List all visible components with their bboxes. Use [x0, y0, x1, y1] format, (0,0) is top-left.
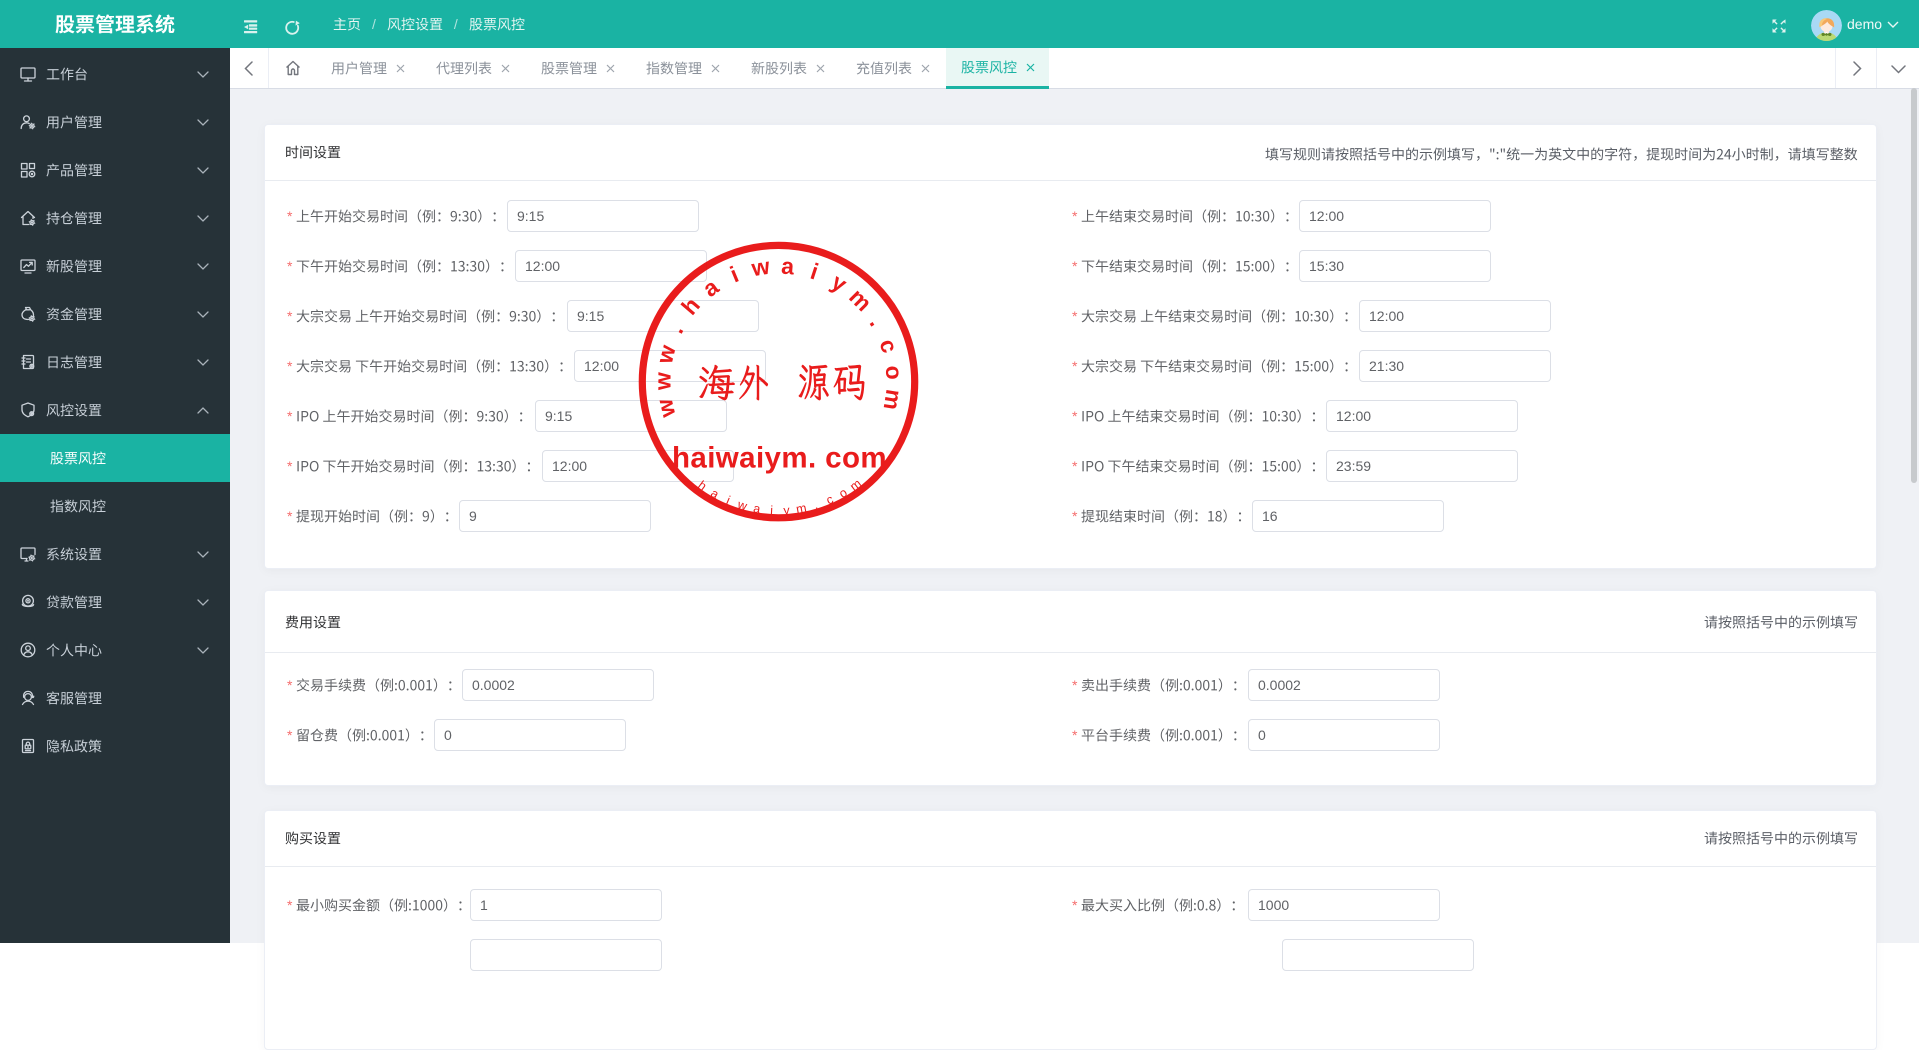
svg-text:w: w [651, 396, 681, 420]
svg-text:m: m [844, 283, 877, 316]
svg-text:i: i [807, 258, 821, 285]
svg-text:w: w [649, 372, 675, 391]
svg-text:c: c [824, 492, 835, 507]
svg-text:w: w [749, 253, 772, 282]
svg-text:.: . [662, 320, 688, 338]
svg-text:h: h [676, 292, 705, 320]
svg-text:o: o [881, 364, 908, 380]
svg-text:w: w [651, 342, 681, 367]
svg-text:a: a [698, 273, 724, 302]
svg-text:a: a [780, 253, 795, 280]
svg-text:m: m [879, 388, 908, 412]
svg-text:i: i [726, 261, 742, 287]
svg-text:m: m [795, 501, 808, 517]
svg-text:haiwaiym. com: haiwaiym. com [672, 441, 887, 474]
svg-text:y: y [827, 268, 852, 297]
svg-text:y: y [783, 503, 791, 517]
svg-text:c: c [874, 336, 903, 356]
svg-text:.: . [865, 312, 891, 331]
